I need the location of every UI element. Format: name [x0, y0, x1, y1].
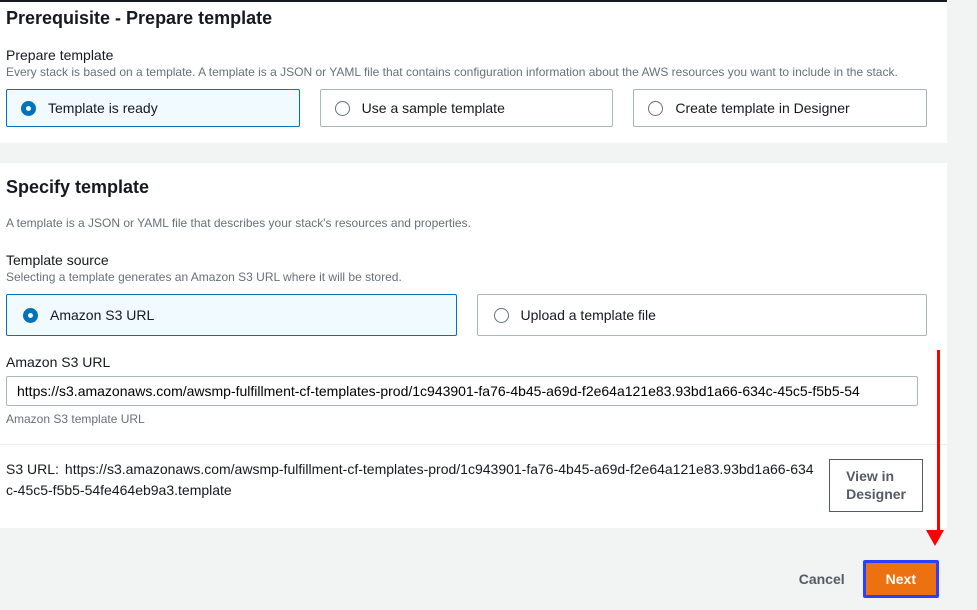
s3-url-display-label: S3 URL:	[6, 461, 59, 477]
option-upload-label: Upload a template file	[521, 307, 656, 323]
radio-icon	[21, 101, 36, 116]
s3-url-label: Amazon S3 URL	[6, 354, 927, 370]
cancel-button[interactable]: Cancel	[799, 571, 845, 587]
radio-icon	[494, 308, 509, 323]
s3-url-input[interactable]	[6, 376, 918, 406]
option-s3-url[interactable]: Amazon S3 URL	[6, 294, 457, 336]
option-template-ready-label: Template is ready	[48, 100, 158, 116]
specify-template-panel: Specify template A template is a JSON or…	[0, 163, 947, 528]
s3-url-display: S3 URL:https://s3.amazonaws.com/awsmp-fu…	[6, 459, 817, 501]
option-template-ready[interactable]: Template is ready	[6, 89, 300, 127]
view-in-designer-button[interactable]: View in Designer	[829, 459, 923, 512]
option-sample-template[interactable]: Use a sample template	[320, 89, 614, 127]
radio-icon	[23, 308, 38, 323]
option-upload-file[interactable]: Upload a template file	[477, 294, 928, 336]
s3-url-help: Amazon S3 template URL	[6, 412, 927, 426]
option-sample-template-label: Use a sample template	[362, 100, 505, 116]
option-create-designer-label: Create template in Designer	[675, 100, 849, 116]
template-source-label: Template source	[6, 252, 927, 268]
option-create-in-designer[interactable]: Create template in Designer	[633, 89, 927, 127]
s3-url-display-value: https://s3.amazonaws.com/awsmp-fulfillme…	[6, 461, 814, 498]
specify-heading: Specify template	[6, 177, 927, 198]
prepare-template-options: Template is ready Use a sample template …	[6, 89, 927, 127]
prepare-template-label: Prepare template	[6, 47, 927, 63]
option-s3-label: Amazon S3 URL	[50, 307, 154, 323]
radio-icon	[648, 101, 663, 116]
divider	[0, 444, 947, 445]
prerequisite-heading: Prerequisite - Prepare template	[6, 8, 927, 29]
template-source-options: Amazon S3 URL Upload a template file	[6, 294, 927, 336]
specify-desc: A template is a JSON or YAML file that d…	[6, 216, 927, 230]
s3-url-row: S3 URL:https://s3.amazonaws.com/awsmp-fu…	[6, 459, 927, 512]
template-source-desc: Selecting a template generates an Amazon…	[6, 270, 927, 284]
next-button[interactable]: Next	[863, 560, 939, 598]
prerequisite-panel: Prerequisite - Prepare template Prepare …	[0, 0, 947, 143]
radio-icon	[335, 101, 350, 116]
prepare-template-desc: Every stack is based on a template. A te…	[6, 65, 927, 79]
wizard-footer: Cancel Next	[0, 548, 947, 610]
